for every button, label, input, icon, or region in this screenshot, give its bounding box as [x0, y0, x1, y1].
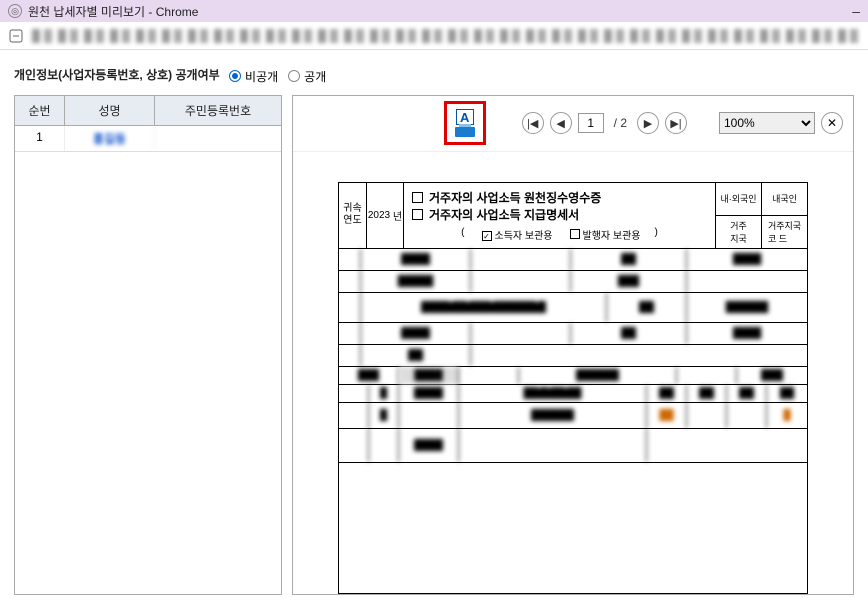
- app-icon: ◎: [8, 4, 22, 18]
- document-viewer: A |◀ ◀ / 2 ▶ ▶| 100% ✕ 귀속 연도: [292, 95, 854, 595]
- taxpayer-list-panel: 순번 성명 주민등록번호 1 홍길동: [14, 95, 282, 595]
- page-total-label: / 2: [610, 116, 631, 130]
- first-page-button[interactable]: |◀: [522, 112, 544, 134]
- doc-keep-row: ( ✓소득자 보관용 발행자 보관용 ): [412, 227, 707, 242]
- col-name: 성명: [65, 96, 155, 125]
- main-content: 순번 성명 주민등록번호 1 홍길동 A |◀ ◀ / 2 ▶ ▶|: [0, 95, 868, 595]
- year-value: 2023 년: [367, 183, 403, 248]
- privacy-label: 개인정보(사업자등록번호, 상호) 공개여부: [14, 68, 220, 82]
- radio-dot-icon: [288, 70, 300, 82]
- doc-title-2: 거주자의 사업소득 지급명세서: [412, 206, 707, 223]
- address-bar: [0, 22, 868, 50]
- url-text: [32, 29, 860, 43]
- info-icon: [8, 28, 24, 44]
- last-page-button[interactable]: ▶|: [665, 112, 687, 134]
- list-header: 순번 성명 주민등록번호: [15, 96, 281, 126]
- doc-title-1: 거주자의 사업소득 원천징수영수증: [412, 189, 707, 206]
- radio-public-label: 공개: [304, 68, 326, 85]
- radio-private-label: 비공개: [245, 68, 278, 85]
- page-number-input[interactable]: [578, 113, 604, 133]
- window-titlebar: ◎ 원천 납세자별 미리보기 - Chrome –: [0, 0, 868, 22]
- radio-private[interactable]: 비공개: [229, 68, 278, 85]
- prev-page-button[interactable]: ◀: [550, 112, 572, 134]
- checkbox-icon: [412, 192, 423, 203]
- row-rrn: [155, 126, 281, 151]
- doc-header-right: 내·외국인 내국인 거주 지국 거주지국 코 드: [715, 183, 807, 248]
- hdr-r2a: 거주 지국: [716, 216, 762, 248]
- doc-body: ██████████ ████████ ████ ██ ███ ██████ █…: [339, 249, 807, 463]
- viewer-toolbar: A |◀ ◀ / 2 ▶ ▶| 100% ✕: [293, 96, 853, 152]
- minimize-button[interactable]: –: [852, 3, 860, 19]
- viewer-close-button[interactable]: ✕: [821, 112, 843, 134]
- printer-icon: [455, 127, 475, 137]
- radio-public[interactable]: 공개: [288, 68, 326, 85]
- checkbox-checked-icon: ✓: [482, 231, 492, 241]
- col-no: 순번: [15, 96, 65, 125]
- document-page: 귀속 연도 2023 년 거주자의 사업소득 원천징수영수증 거주자의 사업소득: [338, 182, 808, 594]
- col-rrn: 주민등록번호: [155, 96, 281, 125]
- checkbox-icon: [570, 229, 580, 239]
- row-name: 홍길동: [65, 126, 155, 151]
- radio-dot-icon: [229, 70, 241, 82]
- next-page-button[interactable]: ▶: [637, 112, 659, 134]
- zoom-select[interactable]: 100%: [719, 112, 815, 134]
- list-row[interactable]: 1 홍길동: [15, 126, 281, 152]
- hdr-r1a: 내·외국인: [716, 183, 762, 215]
- letter-a-icon: A: [456, 109, 474, 125]
- hdr-r2b: 거주지국 코 드: [762, 216, 807, 248]
- window-title: 원천 납세자별 미리보기 - Chrome: [28, 3, 198, 20]
- checkbox-icon: [412, 209, 423, 220]
- privacy-option-row: 개인정보(사업자등록번호, 상호) 공개여부 비공개 공개: [0, 50, 868, 95]
- row-no: 1: [15, 126, 65, 151]
- doc-header: 귀속 연도 2023 년 거주자의 사업소득 원천징수영수증 거주자의 사업소득: [339, 183, 807, 249]
- print-button-highlighted[interactable]: A: [444, 101, 486, 145]
- hdr-r1b: 내국인: [762, 183, 807, 215]
- document-area[interactable]: 귀속 연도 2023 년 거주자의 사업소득 원천징수영수증 거주자의 사업소득: [293, 152, 853, 594]
- year-label: 귀속 연도: [339, 183, 367, 248]
